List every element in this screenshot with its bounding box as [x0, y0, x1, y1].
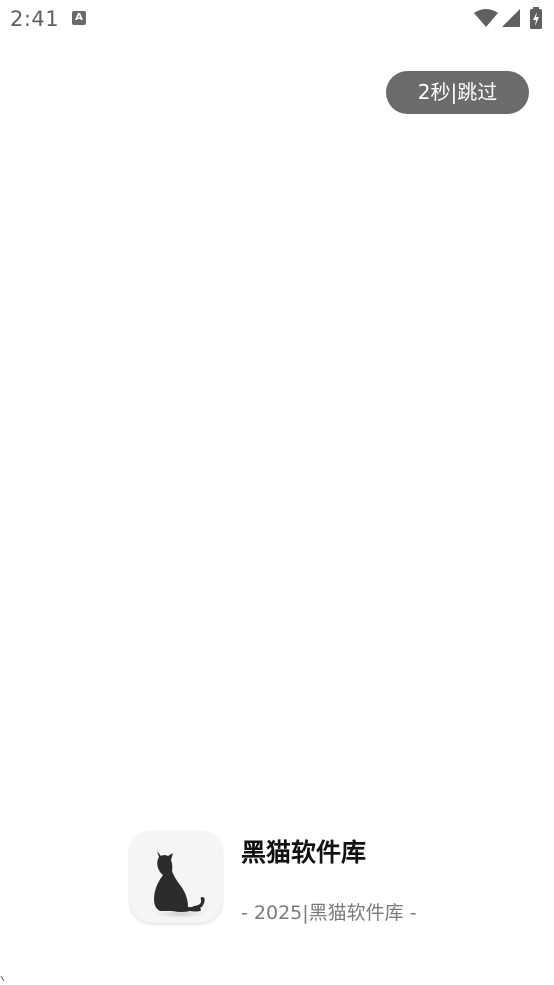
status-bar: 2:41 A: [0, 0, 554, 40]
corner-mark: [0, 975, 5, 982]
cell-signal-icon: [502, 9, 520, 27]
skip-button[interactable]: 2秒|跳过: [386, 71, 529, 114]
brand-footer: 黑猫软件库 - 2025|黑猫软件库 -: [130, 831, 450, 924]
black-cat-icon: [154, 851, 206, 918]
app-logo: [130, 831, 222, 923]
status-time: 2:41: [10, 7, 60, 31]
app-slogan: - 2025|黑猫软件库 -: [241, 902, 417, 924]
a-letter-icon: A: [72, 11, 86, 25]
app-name: 黑猫软件库: [241, 838, 367, 867]
battery-charging-icon: [530, 7, 542, 29]
splash-screen: 2:41 A 2秒|跳过 黑猫软件库 - 2025|黑猫软件库 -: [0, 0, 554, 985]
wifi-icon: [474, 9, 498, 27]
